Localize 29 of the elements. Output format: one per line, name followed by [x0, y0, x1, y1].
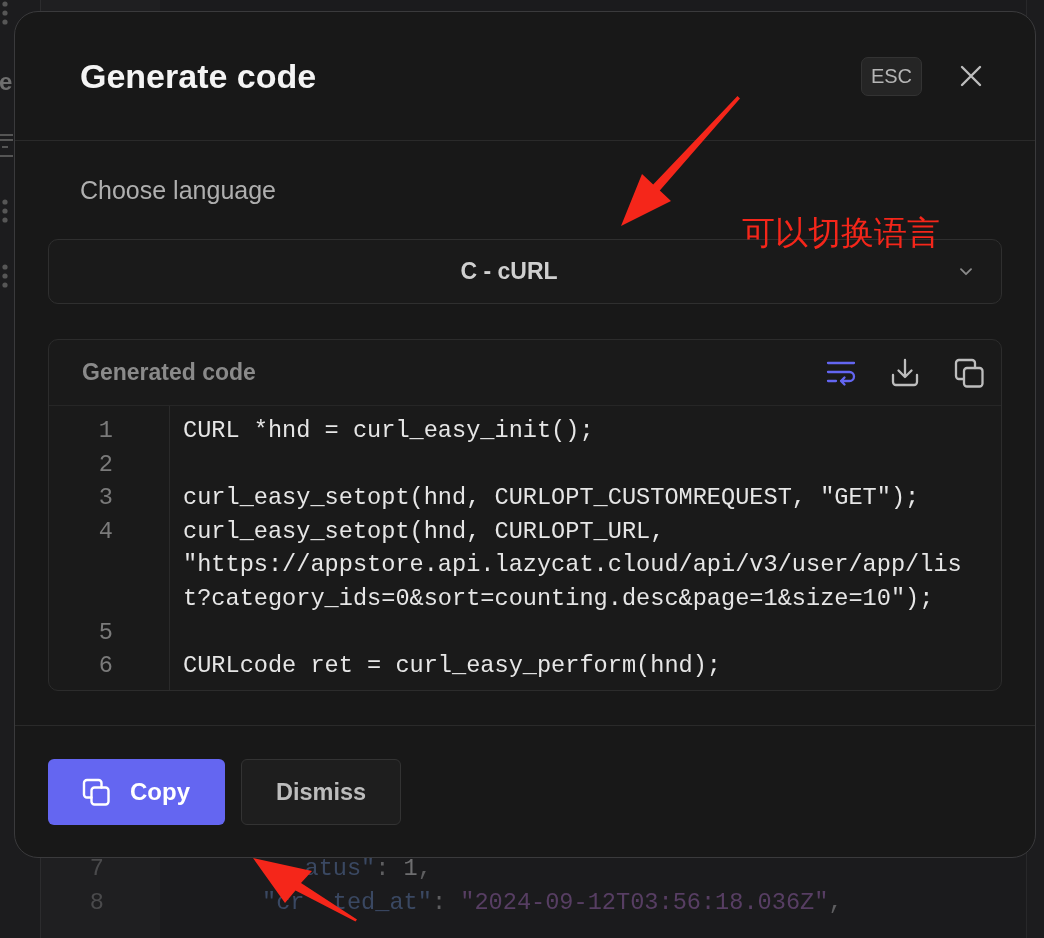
more-vertical-icon[interactable]	[0, 199, 10, 223]
code-text: ted_at": "2024-09-12T03:56:18.036Z",	[332, 888, 843, 918]
copy-icon[interactable]	[954, 357, 984, 388]
esc-key-hint: ESC	[860, 56, 922, 96]
line-number: 4	[98, 517, 113, 545]
list-icon[interactable]	[0, 133, 13, 158]
copy-icon	[82, 778, 110, 806]
panel-title: Generated code	[82, 359, 257, 386]
code-line: CURLcode ret = curl_easy_perform(hnd);	[183, 651, 722, 682]
line-number: 5	[98, 618, 113, 646]
line-number: 2	[98, 450, 113, 478]
code-line: CURL *hnd = curl_easy_init();	[183, 416, 594, 446]
field-label: Choose language	[79, 175, 276, 205]
dialog-title: Generate code	[80, 56, 318, 96]
close-icon[interactable]	[960, 65, 982, 87]
download-icon[interactable]	[890, 357, 920, 388]
code-line: curl_easy_setopt(hnd, CURLOPT_URL,	[183, 516, 665, 547]
line-number: 6	[98, 652, 113, 680]
copy-button[interactable]: Copy	[48, 759, 225, 825]
code-line: curl_easy_setopt(hnd, CURLOPT_CUSTOMREQUEST, "GET");	[183, 483, 920, 514]
page-text: e	[0, 70, 13, 94]
line-number: 1	[98, 417, 113, 444]
line-number: 3	[98, 484, 113, 512]
chevron-down-icon	[960, 267, 972, 276]
code-line: "https://appstore.api.lazycat.cloud/api/v3/user/app/lis	[183, 550, 962, 581]
dismiss-button[interactable]: Dismiss	[241, 759, 402, 825]
more-vertical-icon[interactable]	[0, 264, 10, 288]
code-line: t?category_ids=0&sort=counting.desc&page=1&size=10");	[183, 583, 934, 614]
more-vertical-icon[interactable]	[0, 1, 10, 25]
